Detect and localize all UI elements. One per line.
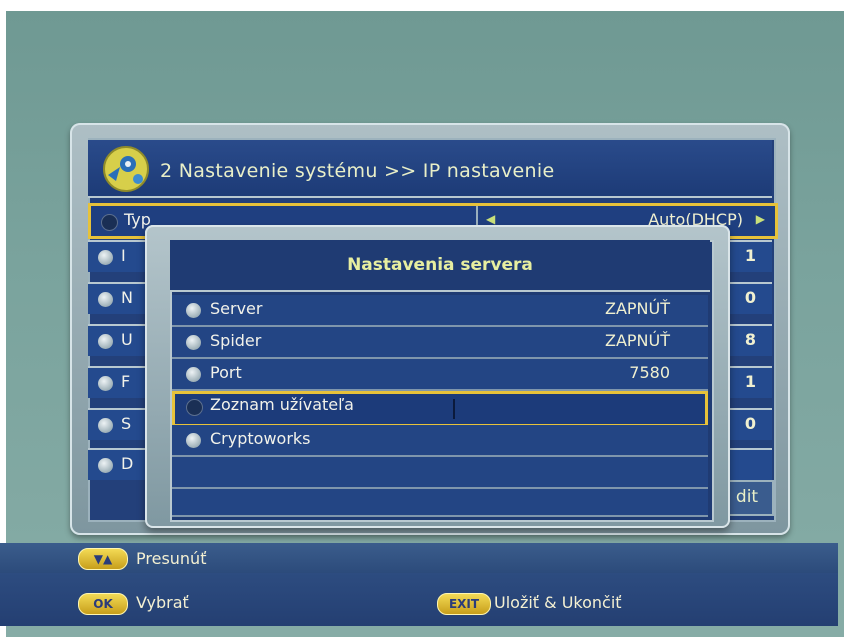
popup-row-empty-1 <box>172 457 708 489</box>
row-value: ZAPNÚŤ <box>604 299 670 318</box>
settings-gear-icon <box>103 146 149 192</box>
row-value: 7580 <box>629 363 670 382</box>
radio-icon <box>186 399 203 416</box>
row-label: D <box>121 454 134 473</box>
arrow-left-icon[interactable]: ◀ <box>486 212 495 226</box>
row-label: N <box>121 288 133 307</box>
popup-row-user-list[interactable]: Zoznam užívateľa <box>172 391 708 427</box>
row-value: 0 <box>744 414 756 433</box>
radio-icon <box>101 214 118 231</box>
row-label: Spider <box>210 331 262 350</box>
move-key-icon: ▼▲ <box>78 548 128 570</box>
row-value: 0 <box>744 288 756 307</box>
row-label: Zoznam užívateľa <box>210 395 354 414</box>
popup-row-spider[interactable]: Spider ZAPNÚŤ <box>172 327 708 359</box>
radio-icon <box>98 418 113 433</box>
row-value: 1 <box>744 246 756 265</box>
ok-label: Vybrať <box>136 593 189 612</box>
exit-label: Uložiť & Ukončiť <box>494 593 622 612</box>
help-bar-bottom: OK Vybrať EXIT Uložiť & Ukončiť <box>0 573 838 626</box>
popup-row-port[interactable]: Port 7580 <box>172 359 708 391</box>
exit-key-icon: EXIT <box>437 593 491 615</box>
row-label: Port <box>210 363 242 382</box>
radio-icon <box>98 334 113 349</box>
row-label: Server <box>210 299 263 318</box>
row-value: ZAPNÚŤ <box>604 331 670 350</box>
radio-icon <box>98 250 113 265</box>
popup-row-empty-2 <box>172 489 708 517</box>
popup-row-server[interactable]: Server ZAPNÚŤ <box>172 295 708 327</box>
radio-icon <box>98 376 113 391</box>
arrow-right-icon[interactable]: ▶ <box>756 212 765 226</box>
radio-icon <box>186 303 201 318</box>
ok-key-icon: OK <box>78 593 128 615</box>
radio-icon <box>98 292 113 307</box>
radio-icon <box>186 433 201 448</box>
row-label: S <box>121 414 132 433</box>
popup-title: Nastavenia servera <box>170 240 710 292</box>
radio-icon <box>186 335 201 350</box>
radio-icon <box>98 458 113 473</box>
popup-row-cryptoworks[interactable]: Cryptoworks <box>172 425 708 457</box>
main-title: 2 Nastavenie systému >> IP nastavenie <box>160 160 555 182</box>
row-label: U <box>121 330 133 349</box>
row-label: I <box>121 246 126 265</box>
row-label: F <box>121 372 131 391</box>
help-bar-top: ▼▲ Presunúť <box>0 543 838 573</box>
row-label: Cryptoworks <box>210 429 311 448</box>
move-label: Presunúť <box>136 549 207 568</box>
row-value: 8 <box>744 330 756 349</box>
row-value: 1 <box>744 372 756 391</box>
radio-icon <box>186 367 201 382</box>
text-caret <box>453 399 455 419</box>
